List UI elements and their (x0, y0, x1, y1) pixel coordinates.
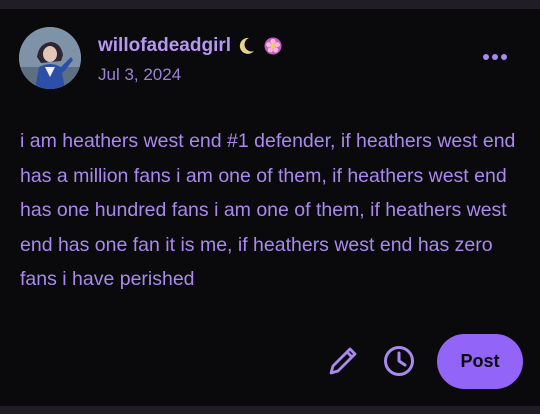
more-options-button[interactable] (478, 45, 512, 69)
post-card: willofadeadgirl Jul 3, 2024 i am heather… (0, 9, 540, 406)
pencil-icon (329, 347, 357, 375)
post-body: i am heathers west end #1 defender, if h… (20, 130, 516, 290)
schedule-button[interactable] (381, 343, 417, 379)
more-dots-icon (483, 54, 507, 60)
flower-badge-icon (264, 37, 282, 55)
clock-icon (384, 346, 414, 376)
bottom-border (0, 406, 540, 414)
avatar[interactable] (19, 27, 81, 89)
crescent-moon-icon (239, 37, 255, 54)
edit-button[interactable] (325, 343, 361, 379)
post-date: Jul 3, 2024 (98, 65, 182, 84)
author-name-text[interactable]: willofadeadgirl (98, 35, 231, 57)
post-button[interactable]: Post (437, 334, 523, 389)
author-name[interactable]: willofadeadgirl (98, 35, 283, 57)
top-border (0, 0, 540, 9)
